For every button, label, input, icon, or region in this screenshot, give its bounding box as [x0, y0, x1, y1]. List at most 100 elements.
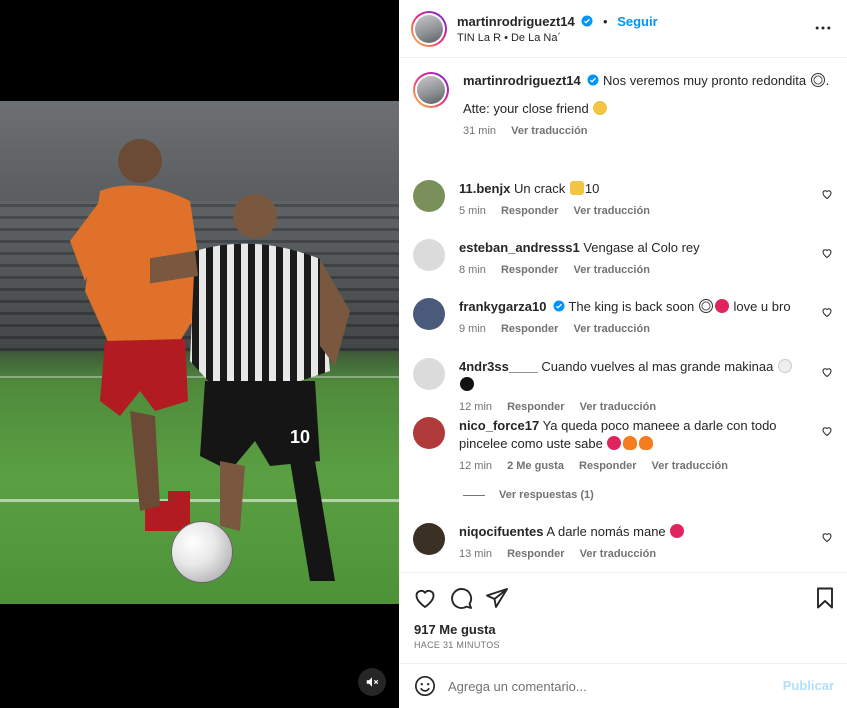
comment-time: 5 min — [459, 205, 486, 217]
likes-count[interactable]: 917 Me gusta — [414, 622, 496, 637]
translate-link[interactable]: Ver traducción — [580, 548, 656, 560]
reply-button[interactable]: Responder — [507, 548, 564, 560]
comment-item: 11.benjx Un crack 10 5 min Responder Ver… — [413, 180, 833, 220]
bookmark-icon[interactable] — [813, 586, 837, 610]
fire-emoji — [623, 436, 638, 450]
mute-button[interactable] — [358, 668, 386, 696]
comment-composer: Publicar — [399, 663, 847, 708]
commenter-username[interactable]: 11.benjx — [459, 181, 510, 196]
author-username[interactable]: martinrodriguezt14 — [457, 14, 575, 29]
share-icon[interactable] — [485, 586, 509, 610]
comment-text: The king is back soon — [568, 299, 695, 314]
comment-text: Vengase al Colo rey — [583, 240, 700, 255]
heart-icon[interactable] — [821, 247, 833, 259]
comment-input[interactable] — [448, 678, 768, 694]
caption-text: Nos veremos muy pronto redondita — [603, 73, 807, 88]
commenter-avatar[interactable] — [413, 523, 445, 555]
comment-icon[interactable] — [449, 586, 473, 610]
commenter-username[interactable]: nico_force17 — [459, 418, 539, 433]
view-replies-label: Ver respuestas (1) — [499, 489, 594, 501]
translate-link[interactable]: Ver traducción — [580, 401, 656, 413]
heart-icon[interactable] — [821, 425, 833, 437]
translate-link[interactable]: Ver traducción — [652, 460, 728, 472]
comment-likes[interactable]: 2 Me gusta — [507, 460, 564, 472]
comment-item: frankygarza10 The king is back soon love… — [413, 298, 833, 338]
soccer-ball-emoji — [698, 299, 713, 313]
verified-badge-icon — [553, 300, 565, 312]
black-circle-emoji — [460, 377, 474, 391]
post-caption: martinrodriguezt14 Nos veremos muy pront… — [413, 72, 833, 140]
heart-icon[interactable] — [821, 366, 833, 378]
caption-signoff: Atte: your close friend — [463, 101, 589, 116]
post-photo[interactable]: 10 — [0, 101, 399, 604]
heart-icon[interactable] — [821, 306, 833, 318]
verified-badge-icon — [581, 15, 593, 26]
caption-username[interactable]: martinrodriguezt14 — [463, 73, 581, 88]
white-circle-emoji — [778, 359, 792, 373]
audio-info[interactable]: TIN La R • De La Na´ — [457, 32, 658, 44]
reply-button[interactable]: Responder — [501, 205, 558, 217]
comments-list[interactable]: martinrodriguezt14 Nos veremos muy pront… — [399, 59, 847, 571]
commenter-avatar[interactable] — [413, 180, 445, 212]
translate-link[interactable]: Ver traducción — [574, 323, 650, 335]
comment-item: nico_force17 Ya queda poco maneee a darl… — [413, 417, 833, 475]
post-sidebar: martinrodriguezt14 • Seguir TIN La R • D… — [399, 0, 847, 708]
comment-time: 12 min — [459, 460, 493, 472]
comment-text: Un crack — [513, 181, 566, 196]
caption-translate-link[interactable]: Ver traducción — [511, 125, 587, 137]
caption-time: 31 min — [463, 125, 497, 137]
commenter-avatar[interactable] — [413, 239, 445, 271]
red-heart-emoji — [714, 299, 729, 313]
comment-time: 13 min — [459, 548, 493, 560]
red-heart-emoji — [670, 524, 685, 538]
publish-button[interactable]: Publicar — [783, 678, 834, 693]
commenter-avatar[interactable] — [413, 417, 445, 449]
heart-icon[interactable] — [413, 586, 437, 610]
commenter-username[interactable]: esteban_andresss1 — [459, 240, 580, 255]
comment-text: Cuando vuelves al mas grande makinaa — [541, 359, 774, 374]
reply-button[interactable]: Responder — [501, 264, 558, 276]
heart-icon[interactable] — [821, 531, 833, 543]
follow-button[interactable]: Seguir — [617, 14, 657, 29]
comment-text: A darle nomás mane — [546, 524, 666, 539]
commenter-avatar[interactable] — [413, 358, 445, 390]
caption-avatar[interactable] — [413, 72, 449, 140]
fire-emoji — [639, 436, 654, 450]
emoji-icon[interactable] — [414, 675, 436, 697]
commenter-username[interactable]: niqocifuentes — [459, 524, 544, 539]
post-header: martinrodriguezt14 • Seguir TIN La R • D… — [399, 0, 847, 58]
translate-link[interactable]: Ver traducción — [574, 205, 650, 217]
reply-button[interactable]: Responder — [507, 401, 564, 413]
reply-button[interactable]: Responder — [579, 460, 636, 472]
verified-badge-icon — [587, 74, 599, 86]
replies-divider — [463, 494, 485, 496]
player-striped-kit: 10 — [150, 194, 350, 581]
commenter-avatar[interactable] — [413, 298, 445, 330]
heart-icon[interactable] — [821, 188, 833, 200]
view-replies-button[interactable]: Ver respuestas (1) — [463, 489, 594, 501]
comment-time: 8 min — [459, 264, 486, 276]
more-options-icon[interactable] — [813, 18, 833, 38]
svg-text:10: 10 — [290, 427, 310, 447]
commenter-username[interactable]: frankygarza10 — [459, 299, 546, 314]
author-avatar[interactable] — [411, 10, 447, 47]
soccer-ball — [171, 521, 233, 583]
separator-dot: • — [603, 13, 608, 29]
comment-time: 9 min — [459, 323, 486, 335]
comment-time: 12 min — [459, 401, 493, 413]
raising-hands-emoji — [569, 181, 584, 195]
post-actions: 917 Me gusta HACE 31 MINUTOS — [399, 572, 847, 664]
post-media[interactable]: 10 — [0, 0, 399, 708]
commenter-username[interactable]: 4ndr3ss____ — [459, 359, 538, 374]
reply-button[interactable]: Responder — [501, 323, 558, 335]
comment-item: esteban_andresss1 Vengase al Colo rey 8 … — [413, 239, 833, 279]
comment-item: niqocifuentes A darle nomás mane 13 min … — [413, 523, 833, 563]
winking-face-emoji — [593, 101, 608, 115]
comment-suffix: love u bro — [733, 299, 791, 314]
mute-icon — [366, 677, 379, 687]
post-timestamp: HACE 31 MINUTOS — [414, 640, 500, 650]
comment-item: 4ndr3ss____ Cuando vuelves al mas grande… — [413, 358, 833, 416]
comment-suffix: 10 — [584, 181, 600, 196]
red-heart-emoji — [607, 436, 622, 450]
translate-link[interactable]: Ver traducción — [574, 264, 650, 276]
